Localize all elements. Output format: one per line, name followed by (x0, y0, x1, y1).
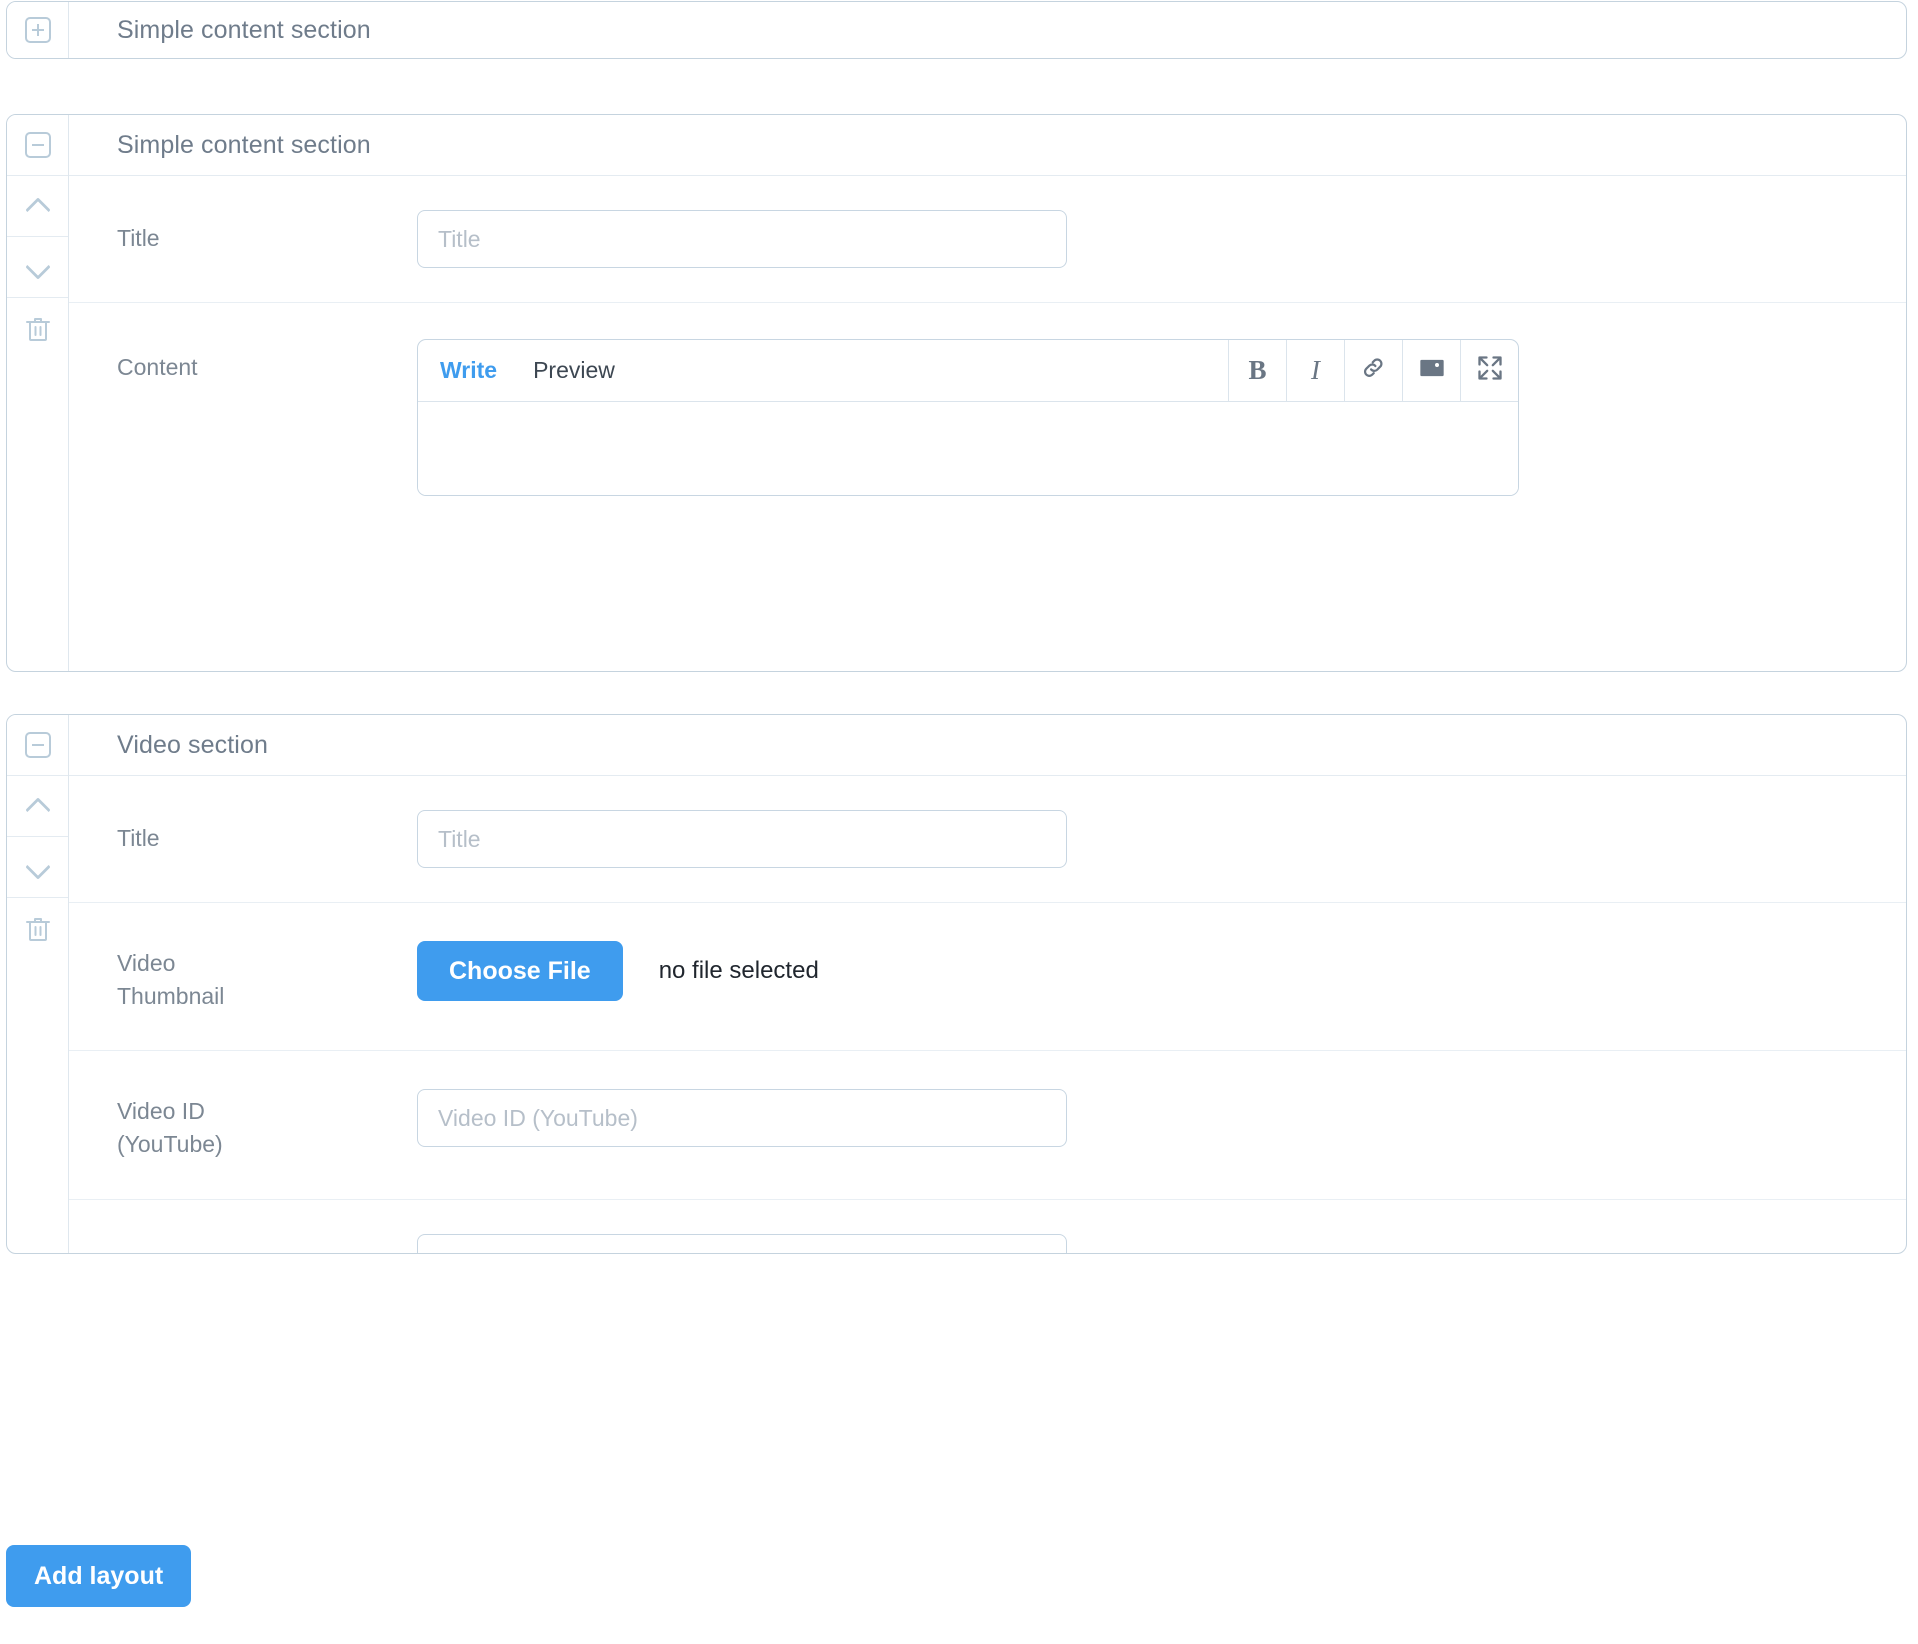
field-label-video-thumbnail: Video Thumbnail (117, 941, 417, 1012)
field-control-video-caption (417, 1234, 1906, 1254)
expand-section-button[interactable] (7, 2, 68, 58)
collapse-section-button[interactable] (7, 115, 68, 176)
field-label-title: Title (117, 210, 417, 255)
video-title-input[interactable] (417, 810, 1067, 868)
section-header[interactable]: Video section (69, 715, 1906, 776)
bold-icon: B (1248, 355, 1266, 386)
markdown-editor: Write Preview B I (417, 339, 1519, 496)
field-row-video-caption: Video Caption (69, 1200, 1906, 1254)
content-textarea[interactable] (418, 402, 1518, 495)
rail-spacer (7, 959, 68, 1253)
field-label-video-caption: Video Caption (117, 1234, 417, 1254)
chevron-down-icon (25, 860, 51, 874)
fullscreen-button[interactable] (1460, 340, 1518, 401)
fullscreen-icon (1476, 354, 1504, 387)
editor-toolbar: Write Preview B I (418, 340, 1518, 402)
delete-section-button[interactable] (7, 898, 68, 959)
image-icon (1418, 354, 1446, 387)
editor-mode-tabs: Write Preview (418, 340, 1228, 401)
link-button[interactable] (1344, 340, 1402, 401)
video-id-input[interactable] (417, 1089, 1067, 1147)
chevron-up-icon (25, 799, 51, 813)
layout-card-body: Video section Title Video Thumbnail Choo… (69, 715, 1906, 1253)
minus-square-icon (25, 132, 51, 158)
tab-write[interactable]: Write (440, 357, 497, 384)
trash-icon (25, 315, 51, 343)
move-section-up-button[interactable] (7, 176, 68, 237)
field-row-video-thumbnail: Video Thumbnail Choose File no file sele… (69, 903, 1906, 1051)
bold-button[interactable]: B (1228, 340, 1286, 401)
tab-preview[interactable]: Preview (533, 357, 615, 384)
layout-card-simple-content: Simple content section Title Content Wri… (6, 114, 1907, 672)
layout-rail-collapsed (7, 2, 69, 58)
field-control-video-title (417, 810, 1906, 868)
section-header[interactable]: Simple content section (69, 115, 1906, 176)
field-control-title (417, 210, 1906, 268)
field-control-content: Write Preview B I (417, 339, 1906, 496)
section-header-label: Video section (117, 731, 268, 760)
section-header-label: Simple content section (117, 131, 371, 160)
trash-icon (25, 915, 51, 943)
layout-rail-video (7, 715, 69, 1253)
section-header-label: Simple content section (117, 16, 371, 45)
field-label-line-1: Video ID (117, 1095, 417, 1128)
layout-card-video: Video section Title Video Thumbnail Choo… (6, 714, 1907, 1254)
delete-section-button[interactable] (7, 298, 68, 359)
layout-card-body: Simple content section Title Content Wri… (69, 115, 1906, 671)
section-header[interactable]: Simple content section (69, 2, 1906, 58)
italic-icon: I (1311, 355, 1320, 386)
collapse-section-button[interactable] (7, 715, 68, 776)
move-section-down-button[interactable] (7, 837, 68, 898)
field-control-video-id (417, 1089, 1906, 1147)
field-control-video-thumbnail: Choose File no file selected (417, 941, 1906, 1001)
layout-card-body: Simple content section (69, 2, 1906, 58)
field-label-video-id: Video ID (YouTube) (117, 1089, 417, 1160)
minus-square-icon (25, 732, 51, 758)
plus-square-icon (25, 17, 51, 43)
layout-rail-simple-content (7, 115, 69, 671)
file-picker: Choose File no file selected (417, 941, 1906, 1001)
italic-button[interactable]: I (1286, 340, 1344, 401)
title-input[interactable] (417, 210, 1067, 268)
editor-tool-buttons: B I (1228, 340, 1518, 401)
rail-spacer (7, 359, 68, 671)
field-row-content: Content Write Preview B (69, 303, 1906, 561)
file-status-label: no file selected (659, 957, 819, 985)
layout-builder-page: Simple content section (0, 0, 1918, 1644)
move-section-up-button[interactable] (7, 776, 68, 837)
field-label-line-1: Video (117, 947, 417, 980)
add-layout-button[interactable]: Add layout (6, 1545, 191, 1607)
image-button[interactable] (1402, 340, 1460, 401)
field-label-line-2: (YouTube) (117, 1128, 417, 1161)
field-row-video-id: Video ID (YouTube) (69, 1051, 1906, 1199)
field-label-line-2: Thumbnail (117, 980, 417, 1013)
choose-file-button[interactable]: Choose File (417, 941, 623, 1001)
field-label-content: Content (117, 339, 417, 384)
link-icon (1360, 354, 1388, 387)
field-label-video-title: Title (117, 810, 417, 855)
layout-card-collapsed: Simple content section (6, 1, 1907, 59)
video-caption-input[interactable] (417, 1234, 1067, 1254)
move-section-down-button[interactable] (7, 237, 68, 298)
field-row-title: Title (69, 176, 1906, 303)
chevron-up-icon (25, 199, 51, 213)
field-row-video-title: Title (69, 776, 1906, 903)
chevron-down-icon (25, 260, 51, 274)
